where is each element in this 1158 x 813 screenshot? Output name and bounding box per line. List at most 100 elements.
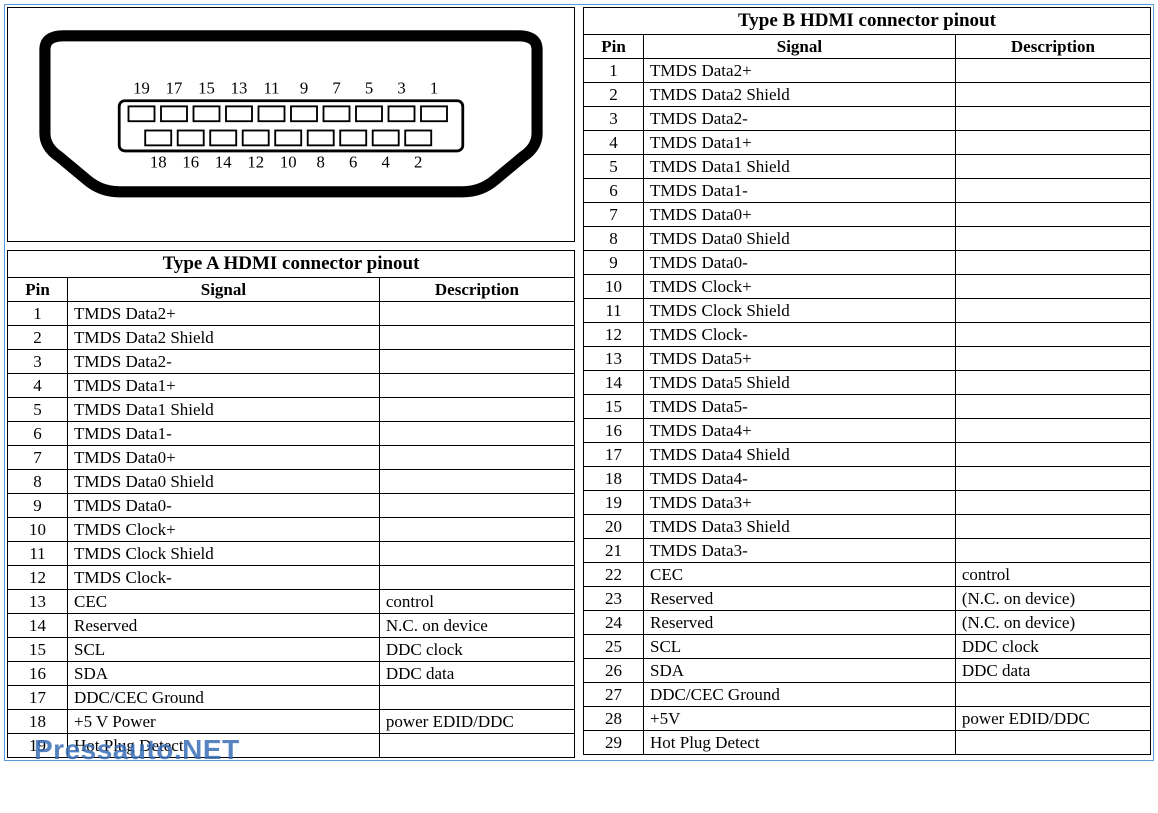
type-a-title: Type A HDMI connector pinout: [7, 250, 575, 277]
signal-cell: TMDS Data2+: [68, 302, 380, 326]
pin-cell: 10: [8, 518, 68, 542]
signal-cell: DDC/CEC Ground: [68, 686, 380, 710]
pin-cell: 4: [8, 374, 68, 398]
signal-cell: TMDS Clock-: [644, 323, 956, 347]
description-cell: (N.C. on device): [955, 611, 1150, 635]
table-row: 9TMDS Data0-: [584, 251, 1151, 275]
signal-cell: TMDS Data1-: [644, 179, 956, 203]
svg-text:15: 15: [198, 78, 215, 97]
signal-cell: TMDS Data1+: [644, 131, 956, 155]
table-row: 15TMDS Data5-: [584, 395, 1151, 419]
description-cell: [379, 398, 574, 422]
description-cell: [955, 323, 1150, 347]
table-row: 14TMDS Data5 Shield: [584, 371, 1151, 395]
description-cell: DDC clock: [955, 635, 1150, 659]
description-cell: DDC data: [955, 659, 1150, 683]
signal-cell: +5 V Power: [68, 710, 380, 734]
signal-cell: Hot Plug Detect: [68, 734, 380, 758]
pin-cell: 1: [584, 59, 644, 83]
pin-cell: 13: [584, 347, 644, 371]
table-row: 10TMDS Clock+: [8, 518, 575, 542]
signal-cell: CEC: [644, 563, 956, 587]
svg-text:4: 4: [382, 152, 391, 171]
table-row: 20TMDS Data3 Shield: [584, 515, 1151, 539]
table-row: 14ReservedN.C. on device: [8, 614, 575, 638]
col-description: Description: [955, 35, 1150, 59]
table-row: 16SDADDC data: [8, 662, 575, 686]
signal-cell: TMDS Data3-: [644, 539, 956, 563]
table-row: 19Hot Plug Detect: [8, 734, 575, 758]
pin-cell: 11: [8, 542, 68, 566]
table-row: 18TMDS Data4-: [584, 467, 1151, 491]
table-row: 2TMDS Data2 Shield: [8, 326, 575, 350]
description-cell: DDC clock: [379, 638, 574, 662]
signal-cell: Reserved: [68, 614, 380, 638]
table-row: 12TMDS Clock-: [584, 323, 1151, 347]
table-row: 27DDC/CEC Ground: [584, 683, 1151, 707]
pin-cell: 28: [584, 707, 644, 731]
signal-cell: TMDS Data4 Shield: [644, 443, 956, 467]
signal-cell: TMDS Data5 Shield: [644, 371, 956, 395]
pin-cell: 24: [584, 611, 644, 635]
signal-cell: DDC/CEC Ground: [644, 683, 956, 707]
pin-cell: 18: [584, 467, 644, 491]
signal-cell: TMDS Data0 Shield: [644, 227, 956, 251]
pin-cell: 6: [584, 179, 644, 203]
table-row: 25SCLDDC clock: [584, 635, 1151, 659]
description-cell: [955, 683, 1150, 707]
pin-cell: 19: [584, 491, 644, 515]
signal-cell: TMDS Data0-: [68, 494, 380, 518]
signal-cell: TMDS Data2-: [644, 107, 956, 131]
table-row: 21TMDS Data3-: [584, 539, 1151, 563]
description-cell: [379, 566, 574, 590]
description-cell: power EDID/DDC: [379, 710, 574, 734]
svg-text:9: 9: [300, 78, 308, 97]
signal-cell: SCL: [68, 638, 380, 662]
signal-cell: SDA: [68, 662, 380, 686]
svg-text:10: 10: [280, 152, 297, 171]
table-row: 18+5 V Powerpower EDID/DDC: [8, 710, 575, 734]
type-a-table: Type A HDMI connector pinout Pin Signal …: [7, 250, 575, 758]
svg-text:19: 19: [133, 78, 150, 97]
pin-cell: 8: [8, 470, 68, 494]
signal-cell: TMDS Clock Shield: [644, 299, 956, 323]
table-row: 12TMDS Clock-: [8, 566, 575, 590]
pin-cell: 14: [8, 614, 68, 638]
pin-cell: 8: [584, 227, 644, 251]
description-cell: [379, 734, 574, 758]
pin-cell: 6: [8, 422, 68, 446]
type-b-title: Type B HDMI connector pinout: [583, 7, 1151, 34]
table-row: 23Reserved(N.C. on device): [584, 587, 1151, 611]
table-row: 11TMDS Clock Shield: [584, 299, 1151, 323]
table-row: 3TMDS Data2-: [8, 350, 575, 374]
signal-cell: TMDS Clock+: [68, 518, 380, 542]
page: 191715131197531 18161412108642 Type A HD…: [4, 4, 1154, 761]
svg-text:7: 7: [332, 78, 340, 97]
pin-cell: 15: [584, 395, 644, 419]
description-cell: [955, 491, 1150, 515]
svg-text:13: 13: [231, 78, 248, 97]
table-row: 24Reserved(N.C. on device): [584, 611, 1151, 635]
description-cell: [955, 443, 1150, 467]
signal-cell: TMDS Data5+: [644, 347, 956, 371]
signal-cell: TMDS Data0+: [68, 446, 380, 470]
pin-cell: 22: [584, 563, 644, 587]
description-cell: [379, 494, 574, 518]
svg-text:16: 16: [182, 152, 199, 171]
description-cell: [955, 203, 1150, 227]
description-cell: [379, 446, 574, 470]
table-row: 2TMDS Data2 Shield: [584, 83, 1151, 107]
table-row: 5TMDS Data1 Shield: [8, 398, 575, 422]
description-cell: [955, 179, 1150, 203]
table-row: 19TMDS Data3+: [584, 491, 1151, 515]
pin-cell: 16: [584, 419, 644, 443]
signal-cell: SCL: [644, 635, 956, 659]
svg-text:1: 1: [430, 78, 438, 97]
description-cell: [379, 518, 574, 542]
table-row: 6TMDS Data1-: [584, 179, 1151, 203]
table-row: 8TMDS Data0 Shield: [584, 227, 1151, 251]
description-cell: [955, 467, 1150, 491]
table-row: 3TMDS Data2-: [584, 107, 1151, 131]
table-row: 28+5Vpower EDID/DDC: [584, 707, 1151, 731]
signal-cell: TMDS Data4+: [644, 419, 956, 443]
